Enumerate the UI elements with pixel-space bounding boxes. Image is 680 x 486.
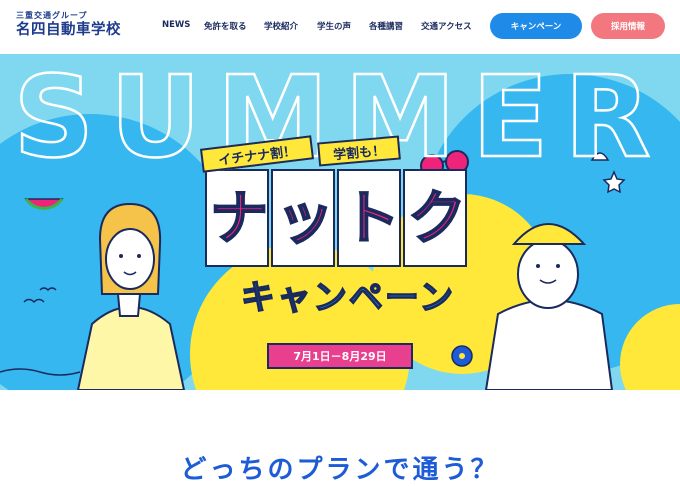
recruit-button[interactable]: 採用情報: [591, 13, 665, 39]
nav-access[interactable]: 交通アクセス: [421, 20, 472, 32]
campaign-hero-banner[interactable]: SUMMER イチナナ割！ 学割も！ ナットク キャンペーン 7月1日－8月29…: [0, 54, 680, 390]
site-header: 三重交通グループ 名四自動車学校 NEWS 免許を取る 学校紹介 学生の声 各種…: [0, 0, 680, 54]
plan-section-heading: どっちのプランで通う？: [180, 455, 500, 485]
logo-school-name: 名四自動車学校: [16, 22, 121, 38]
hibiscus-icon: [451, 345, 473, 367]
nav-student-voices[interactable]: 学生の声: [317, 20, 351, 32]
nav-get-license[interactable]: 免許を取る: [204, 20, 247, 32]
campaign-title: ナットク: [209, 183, 474, 253]
nav-news[interactable]: NEWS: [162, 20, 190, 30]
campaign-period: 7月1日－8月29日: [267, 343, 413, 369]
campaign-subtitle: キャンペーン: [240, 277, 456, 319]
nav-courses[interactable]: 各種講習: [369, 20, 403, 32]
nav-school-intro[interactable]: 学校紹介: [264, 20, 298, 32]
site-logo[interactable]: 三重交通グループ 名四自動車学校: [16, 11, 121, 39]
logo-group-name: 三重交通グループ: [16, 11, 88, 20]
campaign-button[interactable]: キャンペーン: [490, 13, 582, 39]
